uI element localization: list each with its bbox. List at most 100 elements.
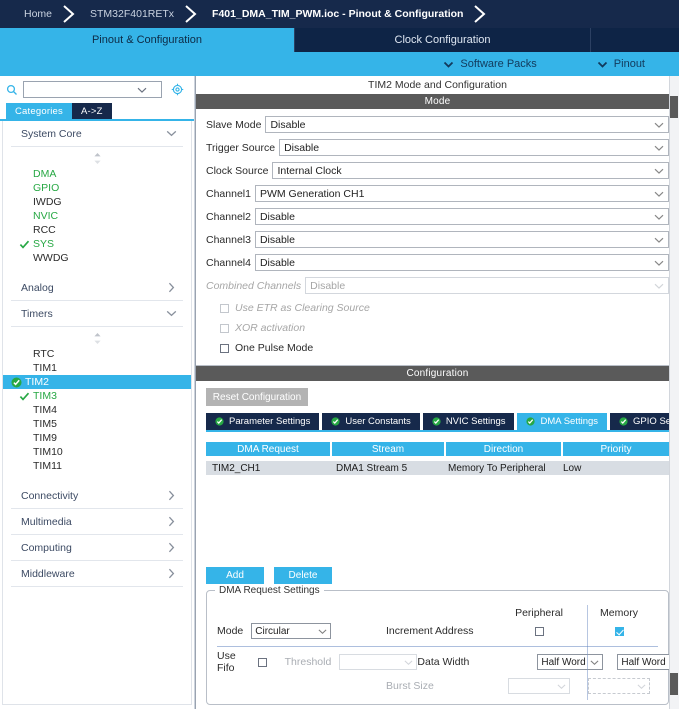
field-label: Channel3 bbox=[206, 233, 251, 246]
sidebar-item-sys[interactable]: SYS bbox=[11, 237, 183, 251]
check-icon bbox=[19, 239, 30, 250]
tab-pinout-configuration[interactable]: Pinout & Configuration bbox=[0, 28, 295, 52]
sidebar-group-header-system-core[interactable]: System Core bbox=[11, 121, 183, 147]
tab-categories[interactable]: Categories bbox=[6, 103, 72, 119]
sidebar-group-label: Computing bbox=[21, 541, 72, 554]
software-packs-menu[interactable]: Software Packs bbox=[433, 58, 546, 70]
dma-table-empty-area[interactable] bbox=[206, 475, 669, 567]
sidebar-item-tim1[interactable]: TIM1 bbox=[11, 361, 183, 375]
tab-a-to-z[interactable]: A->Z bbox=[71, 103, 112, 119]
pinout-menu[interactable]: Pinout bbox=[587, 58, 655, 70]
use-fifo-checkbox[interactable] bbox=[257, 657, 267, 667]
checkbox-icon[interactable] bbox=[220, 343, 229, 353]
channel1-select[interactable]: PWM Generation CH1 bbox=[254, 185, 669, 202]
sidebar-item-wwdg[interactable]: WWDG bbox=[11, 251, 183, 265]
trigger-source-select[interactable]: Disable bbox=[279, 139, 669, 156]
channel2-select[interactable]: Disable bbox=[254, 208, 669, 225]
column-header-direction[interactable]: Direction bbox=[446, 442, 561, 456]
page-title: TIM2 Mode and Configuration bbox=[196, 76, 679, 94]
breadcrumb-item-project[interactable]: F401_DMA_TIM_PWM.ioc - Pinout & Configur… bbox=[202, 0, 471, 28]
add-button[interactable]: Add bbox=[206, 567, 264, 584]
threshold-select bbox=[339, 654, 418, 670]
breadcrumb-item-mcu[interactable]: STM32F401RETx bbox=[80, 0, 182, 28]
sidebar-item-rcc[interactable]: RCC bbox=[11, 223, 183, 237]
sidebar-item-gpio[interactable]: GPIO bbox=[11, 181, 183, 195]
tab-nvic-settings[interactable]: NVIC Settings bbox=[422, 413, 515, 430]
sidebar-group-multimedia: Multimedia bbox=[11, 509, 183, 535]
increment-peripheral-checkbox[interactable] bbox=[534, 626, 544, 636]
sidebar-item-tim4[interactable]: TIM4 bbox=[11, 403, 183, 417]
chevron-down-icon[interactable] bbox=[166, 128, 177, 139]
chevron-right-icon[interactable] bbox=[166, 490, 177, 501]
column-header-stream[interactable]: Stream bbox=[332, 442, 444, 456]
combined-channels-select: Disable bbox=[305, 277, 669, 294]
breadcrumb-separator-icon-3 bbox=[471, 0, 491, 28]
sidebar-group-header-multimedia[interactable]: Multimedia bbox=[11, 509, 183, 535]
data-width-peripheral-select[interactable]: Half Word bbox=[537, 654, 604, 670]
chevron-right-icon[interactable] bbox=[166, 516, 177, 527]
configuration-tab-bar: Parameter Settings User Constants NVIC S… bbox=[206, 413, 679, 430]
sidebar-group-header-middleware[interactable]: Middleware bbox=[11, 561, 183, 587]
vertical-scrollbar[interactable] bbox=[669, 76, 679, 709]
scroll-spinner-icon[interactable] bbox=[11, 327, 183, 347]
sidebar-group-header-connectivity[interactable]: Connectivity bbox=[11, 483, 183, 509]
channel3-select[interactable]: Disable bbox=[254, 231, 669, 248]
checkbox-one-pulse-mode[interactable]: One Pulse Mode bbox=[206, 339, 669, 357]
check-circle-icon bbox=[331, 417, 340, 426]
search-icon bbox=[6, 84, 18, 96]
sidebar-item-dma[interactable]: DMA bbox=[11, 167, 183, 181]
sidebar-item-tim10[interactable]: TIM10 bbox=[11, 445, 183, 459]
tab-user-constants[interactable]: User Constants bbox=[322, 413, 420, 430]
sidebar-item-tim3[interactable]: TIM3 bbox=[11, 389, 183, 403]
select-value: Disable bbox=[310, 279, 346, 292]
column-header-dma-request[interactable]: DMA Request bbox=[206, 442, 330, 456]
sidebar-item-tim5[interactable]: TIM5 bbox=[11, 417, 183, 431]
increment-memory-checkbox[interactable] bbox=[614, 626, 624, 636]
scrollbar-thumb-bottom[interactable] bbox=[670, 673, 678, 695]
sidebar-item-iwdg[interactable]: IWDG bbox=[11, 195, 183, 209]
search-input[interactable] bbox=[23, 81, 162, 98]
reset-configuration-button[interactable]: Reset Configuration bbox=[206, 388, 308, 406]
chevron-down-icon[interactable] bbox=[166, 308, 177, 319]
table-row[interactable]: TIM2_CH1 DMA1 Stream 5 Memory To Periphe… bbox=[206, 461, 669, 475]
select-value: Internal Clock bbox=[277, 164, 342, 177]
breadcrumb-separator-icon bbox=[60, 0, 80, 28]
sidebar-group-header-computing[interactable]: Computing bbox=[11, 535, 183, 561]
tab-extra[interactable] bbox=[591, 28, 679, 52]
sidebar-item-tim11[interactable]: TIM11 bbox=[11, 459, 183, 473]
channel4-select[interactable]: Disable bbox=[254, 254, 669, 271]
scroll-spinner-icon[interactable] bbox=[11, 147, 183, 167]
mode-label: Mode bbox=[217, 625, 244, 637]
mode-select[interactable]: Circular bbox=[251, 623, 332, 639]
burst-size-memory-select bbox=[588, 678, 650, 694]
select-value: Half Word bbox=[541, 656, 586, 668]
breadcrumb-item-home[interactable]: Home bbox=[14, 0, 60, 28]
scrollbar-thumb-top[interactable] bbox=[670, 96, 678, 118]
slave-mode-select[interactable]: Disable bbox=[265, 116, 669, 133]
tab-dma-settings[interactable]: DMA Settings bbox=[517, 413, 608, 430]
group-legend: DMA Request Settings bbox=[215, 585, 324, 596]
chevron-right-icon[interactable] bbox=[166, 568, 177, 579]
chevron-right-icon[interactable] bbox=[166, 282, 177, 293]
chevron-down-icon bbox=[654, 120, 664, 130]
sidebar-item-nvic[interactable]: NVIC bbox=[11, 209, 183, 223]
sidebar-group-header-timers[interactable]: Timers bbox=[11, 301, 183, 327]
gear-icon[interactable] bbox=[171, 83, 184, 96]
sidebar-item-rtc[interactable]: RTC bbox=[11, 347, 183, 361]
chevron-down-icon[interactable] bbox=[137, 85, 147, 95]
sidebar-category-list[interactable]: System Core DMA GPIO IWDG NVIC RCC SYS W… bbox=[2, 121, 192, 705]
sidebar-item-tim9[interactable]: TIM9 bbox=[11, 431, 183, 445]
sidebar-item-tim2[interactable]: TIM2 bbox=[3, 375, 191, 389]
column-header-priority[interactable]: Priority bbox=[563, 442, 669, 456]
field-label: Slave Mode bbox=[206, 118, 262, 131]
chevron-right-icon[interactable] bbox=[166, 542, 177, 553]
tab-clock-configuration[interactable]: Clock Configuration bbox=[295, 28, 591, 52]
sidebar-group-header-analog[interactable]: Analog bbox=[11, 275, 183, 301]
tab-parameter-settings[interactable]: Parameter Settings bbox=[206, 413, 320, 430]
delete-button[interactable]: Delete bbox=[274, 567, 332, 584]
checkbox-label: XOR activation bbox=[235, 322, 306, 334]
threshold-label: Threshold bbox=[284, 656, 332, 668]
select-value: Disable bbox=[259, 233, 295, 246]
sidebar-group-computing: Computing bbox=[11, 535, 183, 561]
clock-source-select[interactable]: Internal Clock bbox=[272, 162, 669, 179]
